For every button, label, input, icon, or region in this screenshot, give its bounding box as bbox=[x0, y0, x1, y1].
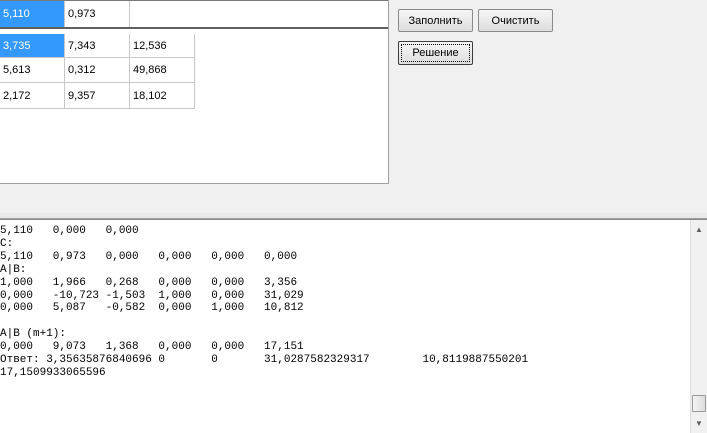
grid-cell[interactable]: 5,613 bbox=[0, 58, 65, 83]
clear-button[interactable]: Очистить bbox=[478, 9, 553, 32]
matrix-grid[interactable]: 5,110 0,973 3,735 7,343 12,536 5,613 0,3… bbox=[0, 0, 389, 184]
grid-cell-selected[interactable]: 5,110 bbox=[0, 1, 65, 27]
grid-fixed-row: 5,110 0,973 bbox=[0, 0, 388, 29]
grid-cell[interactable]: 18,102 bbox=[130, 83, 195, 109]
grid-cell[interactable]: 7,343 bbox=[65, 34, 130, 58]
grid-cell[interactable]: 2,172 bbox=[0, 83, 65, 109]
table-row: 3,735 7,343 12,536 bbox=[0, 34, 195, 58]
grid-cell[interactable]: 9,357 bbox=[65, 83, 130, 109]
output-line: A|B (m+1): bbox=[0, 328, 67, 341]
output-line: 0,000 5,087 -0,582 0,000 1,000 10,812 bbox=[0, 302, 304, 315]
scroll-thumb[interactable] bbox=[692, 395, 706, 412]
grid-cell[interactable]: 49,868 bbox=[130, 58, 195, 83]
table-row: 5,613 0,312 49,868 bbox=[0, 58, 195, 83]
fill-button[interactable]: Заполнить bbox=[398, 9, 473, 32]
output-line: 5,110 0,973 0,000 0,000 0,000 0,000 bbox=[0, 250, 298, 263]
grid-cell-empty[interactable] bbox=[130, 1, 388, 27]
vertical-scrollbar[interactable]: ▲ ▼ bbox=[690, 220, 707, 433]
grid-cell-selected[interactable]: 3,735 bbox=[0, 34, 65, 58]
output-line: 17,1509933065596 bbox=[0, 366, 106, 379]
grid-cell[interactable]: 0,973 bbox=[65, 1, 130, 27]
output-memo[interactable]: 5,110 0,000 0,000 C: 5,110 0,973 0,000 0… bbox=[0, 219, 707, 433]
scroll-down-icon[interactable]: ▼ bbox=[691, 415, 707, 432]
output-line: 0,000 -10,723 -1,503 1,000 0,000 31,029 bbox=[0, 289, 304, 302]
grid-cell[interactable]: 12,536 bbox=[130, 34, 195, 58]
table-row: 2,172 9,357 18,102 bbox=[0, 83, 195, 109]
output-line: A|B: bbox=[0, 263, 27, 276]
output-line: 0,000 9,073 1,368 0,000 0,000 17,151 bbox=[0, 341, 304, 354]
solve-button[interactable]: Решение bbox=[398, 41, 473, 65]
output-line: 1,000 1,966 0,268 0,000 0,000 3,356 bbox=[0, 276, 298, 289]
output-line: Ответ: 3,35635876840696 0 0 31,028758232… bbox=[0, 354, 529, 367]
scroll-up-icon[interactable]: ▲ bbox=[691, 221, 707, 238]
output-text: 5,110 0,000 0,000 C: 5,110 0,973 0,000 0… bbox=[0, 225, 683, 380]
output-line: C: bbox=[0, 237, 14, 250]
output-line: 5,110 0,000 0,000 bbox=[0, 225, 139, 237]
grid-cell[interactable]: 0,312 bbox=[65, 58, 130, 83]
